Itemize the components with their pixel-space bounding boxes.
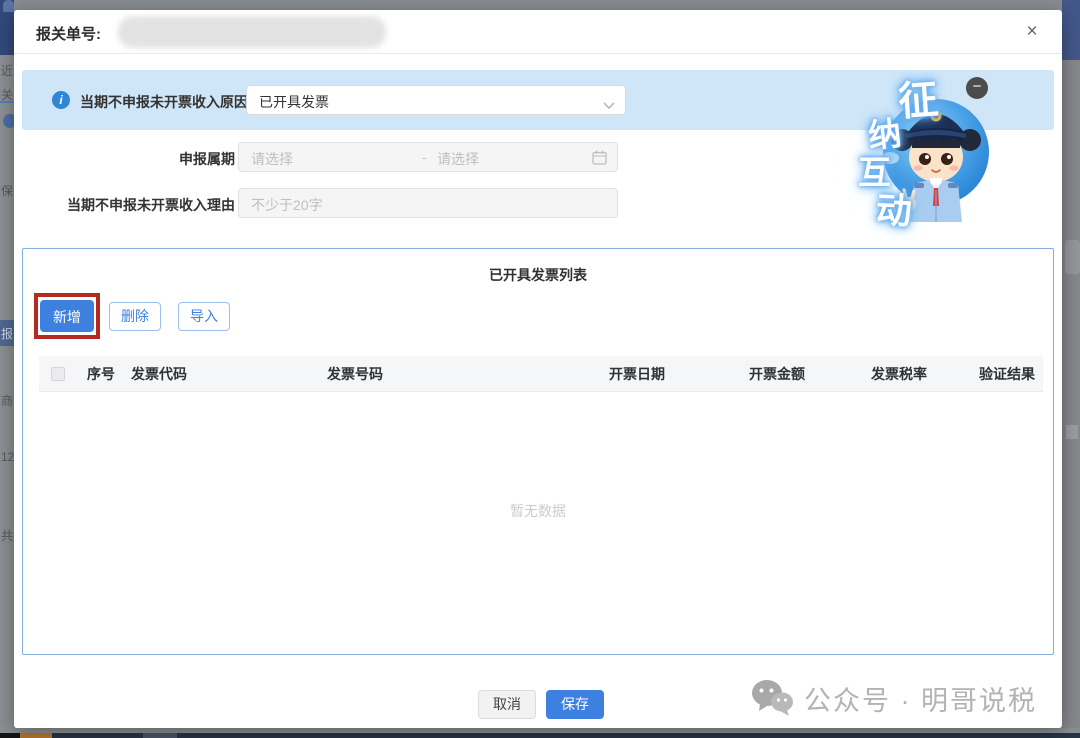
taskbar-segment <box>0 733 20 738</box>
watermark-text: 公众号 · 明哥说税 <box>804 679 1037 718</box>
background-widget-fragment <box>1066 425 1078 439</box>
invoice-list-title: 已开具发票列表 <box>23 265 1053 285</box>
reason-text-label: 当期不申报未开票收入理由 <box>15 195 235 215</box>
background-text-fragment: 商 <box>1 392 13 409</box>
delete-invoice-button[interactable]: 删除 <box>109 302 161 331</box>
wechat-icon <box>750 678 794 718</box>
close-icon[interactable]: × <box>1020 20 1044 44</box>
background-active-tab-underline <box>0 101 13 103</box>
reason-select-value: 已开具发票 <box>259 92 329 112</box>
column-header-invoice-number: 发票号码 <box>323 364 605 384</box>
column-header-tax-rate: 发票税率 <box>867 364 963 384</box>
background-text-fragment: 12 <box>1 450 14 464</box>
empty-state-text: 暂无数据 <box>23 501 1053 521</box>
reason-placeholder: 不少于20字 <box>251 195 323 215</box>
chevron-down-icon <box>603 97 615 115</box>
issued-invoice-panel: 已开具发票列表 新增 删除 导入 序号 发票代码 发票号码 开票日期 开票金额 … <box>22 248 1054 655</box>
background-button-fragment: 报 <box>0 320 14 346</box>
redacted-declaration-number <box>118 16 386 48</box>
calendar-icon <box>592 150 607 168</box>
background-header-strip <box>1062 0 1080 60</box>
column-header-seq: 序号 <box>83 364 127 384</box>
cancel-button[interactable]: 取消 <box>478 690 536 719</box>
minimize-mascot-icon[interactable]: − <box>966 77 988 99</box>
background-widget-fragment <box>1065 240 1080 274</box>
watermark: 公众号 · 明哥说税 <box>750 678 1037 718</box>
taskbar-segment <box>143 733 177 738</box>
reason-text-input[interactable]: 不少于20字 <box>238 188 618 218</box>
customs-declaration-dialog: 报关单号: × i 当期不申报未开票收入原因 已开具发票 申报属期 请选择 - … <box>14 10 1062 728</box>
column-header-verify-result: 验证结果 <box>963 364 1043 384</box>
taskbar-strip <box>0 733 1080 738</box>
column-header-invoice-code: 发票代码 <box>127 364 323 384</box>
reason-select[interactable]: 已开具发票 <box>246 85 626 115</box>
background-page-left-sliver: 近 关 保 报 商 12 共 <box>0 0 14 738</box>
background-text-fragment: 共 <box>1 527 13 544</box>
period-range-input[interactable]: 请选择 - 请选择 <box>238 142 618 172</box>
mascot-char: 动 <box>875 181 914 235</box>
background-text-fragment: 近 <box>1 62 13 79</box>
mascot-char: 互 <box>858 146 891 194</box>
invoice-table-header: 序号 发票代码 发票号码 开票日期 开票金额 发票税率 验证结果 <box>39 356 1043 392</box>
add-invoice-button[interactable]: 新增 <box>40 300 94 332</box>
import-invoice-button[interactable]: 导入 <box>178 302 230 331</box>
period-separator: - <box>422 149 427 165</box>
column-header-invoice-date: 开票日期 <box>605 364 745 384</box>
reason-select-label: 当期不申报未开票收入原因 <box>80 92 248 112</box>
reason-info-bar: i 当期不申报未开票收入原因 已开具发票 <box>22 70 1054 130</box>
period-start-placeholder: 请选择 <box>251 149 293 169</box>
dialog-title: 报关单号: <box>36 23 101 44</box>
save-button[interactable]: 保存 <box>546 690 604 719</box>
period-end-placeholder: 请选择 <box>437 149 479 169</box>
background-text-fragment: 保 <box>1 182 13 199</box>
select-all-checkbox[interactable] <box>51 367 65 381</box>
select-all-cell <box>39 367 83 381</box>
dialog-header: 报关单号: × <box>14 10 1062 54</box>
column-header-invoice-amount: 开票金额 <box>745 364 867 384</box>
period-field-label: 申报属期 <box>15 149 235 169</box>
taskbar-segment <box>20 733 52 738</box>
background-page-right-sliver <box>1062 0 1080 738</box>
info-icon: i <box>52 91 70 109</box>
background-text-fragment: 报 <box>1 325 13 342</box>
background-tab-fragment <box>3 0 14 12</box>
